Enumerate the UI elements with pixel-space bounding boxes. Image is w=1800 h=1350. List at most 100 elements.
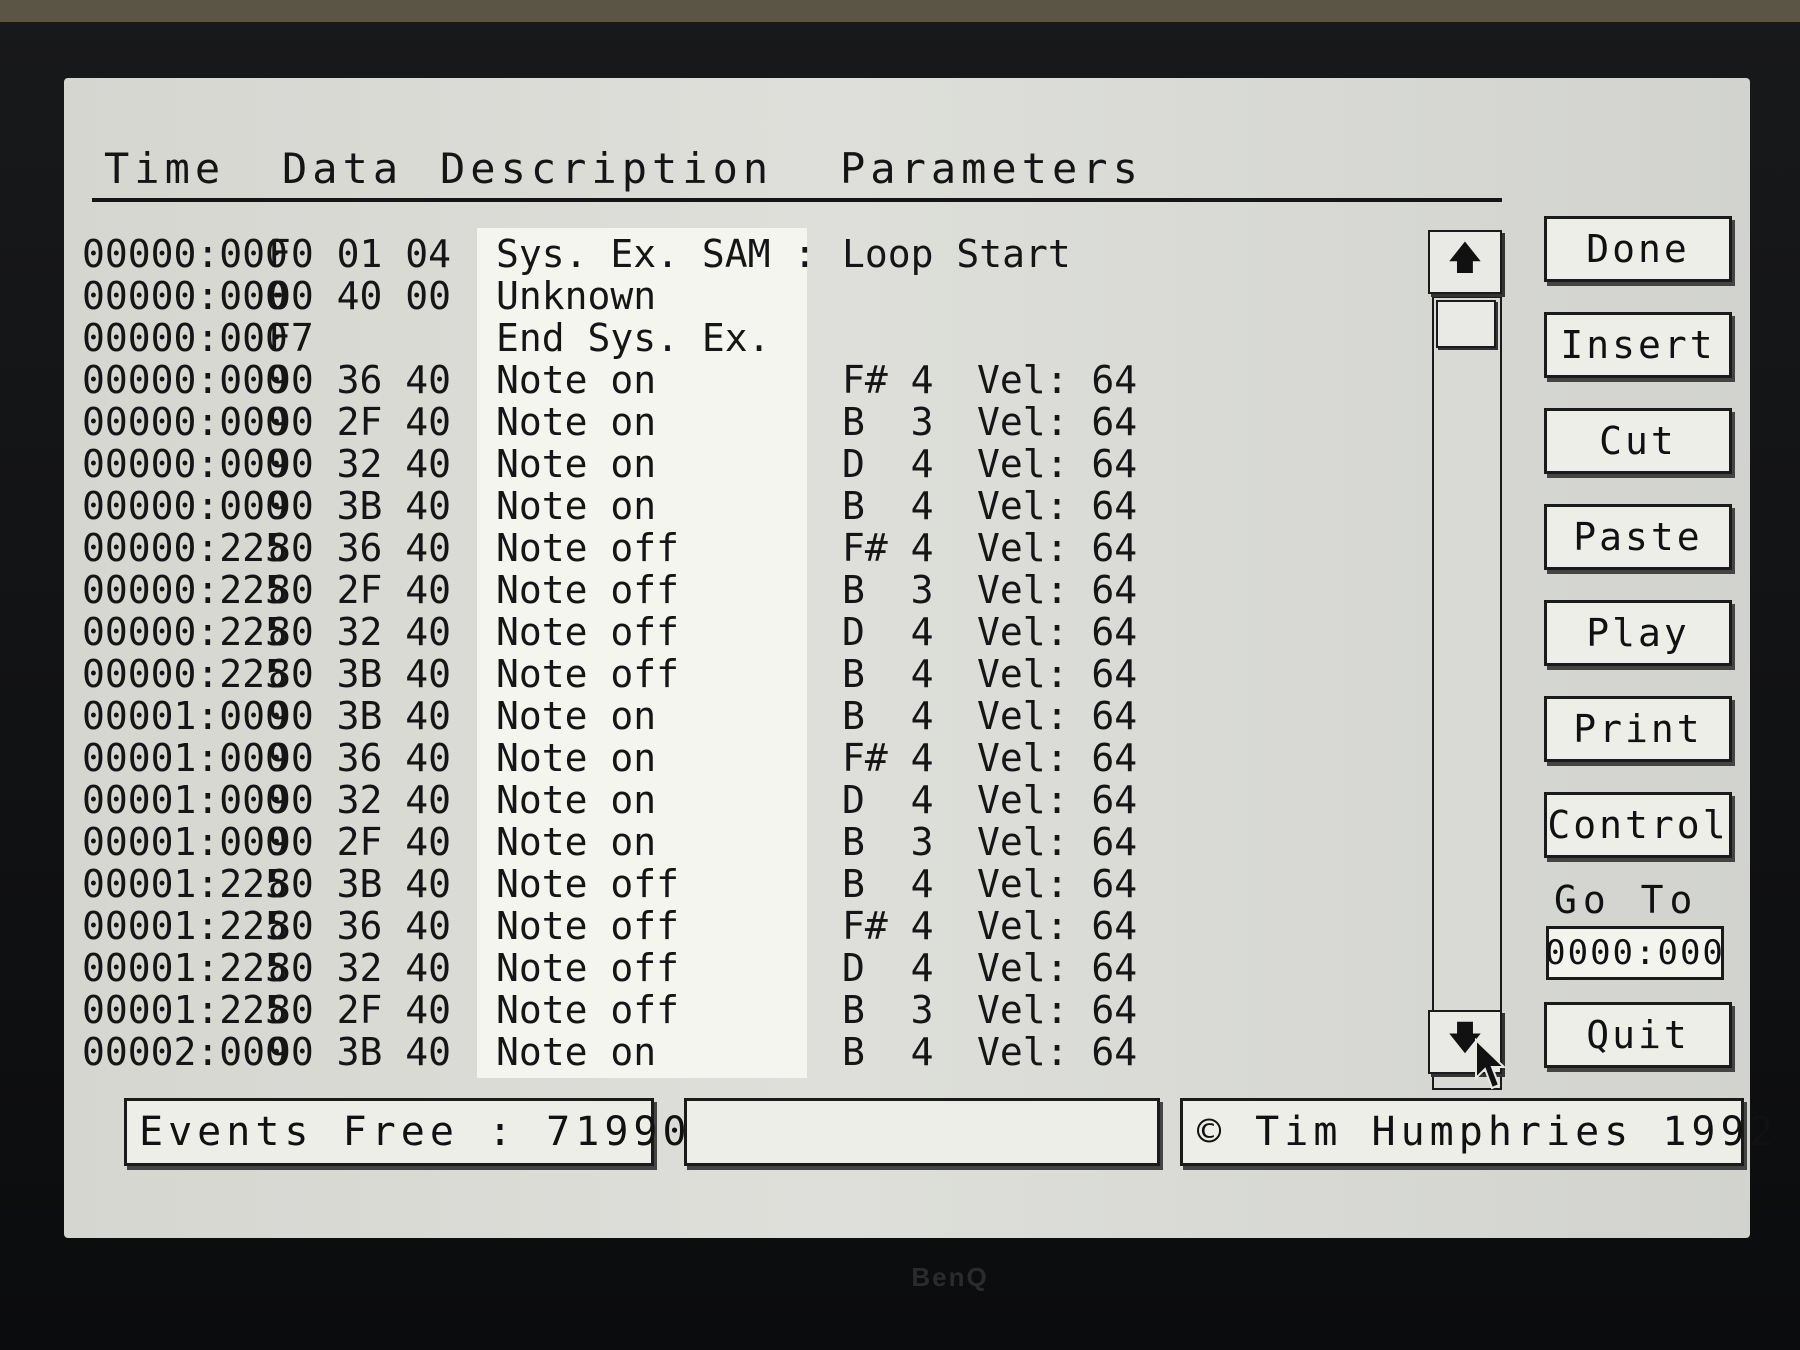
event-time-cell[interactable]: 00000:000 xyxy=(82,233,288,275)
event-data-cell[interactable]: 90 32 40 xyxy=(268,779,451,821)
event-time-cell[interactable]: 00000:225 xyxy=(82,569,288,611)
event-data-cell[interactable]: 80 3B 40 xyxy=(268,863,451,905)
param-note: F# 4 xyxy=(842,358,934,402)
param-velocity: Vel: 64 xyxy=(977,862,1138,906)
event-time-cell[interactable]: 00000:000 xyxy=(82,317,288,359)
event-description-cell[interactable]: Sys. Ex. SAM : xyxy=(496,233,816,275)
scrollbar-track[interactable] xyxy=(1432,296,1502,1090)
event-data-cell[interactable]: 80 2F 40 xyxy=(268,569,451,611)
event-data-cell[interactable]: 90 36 40 xyxy=(268,737,451,779)
event-data-cell[interactable]: 00 40 00 xyxy=(268,275,451,317)
event-time-cell[interactable]: 00000:225 xyxy=(82,611,288,653)
event-description-cell[interactable]: Note off xyxy=(496,653,816,695)
event-data-cell[interactable]: 90 3B 40 xyxy=(268,1031,451,1073)
param-note: D 4 xyxy=(842,778,934,822)
scroll-up-button[interactable]: 🡅 xyxy=(1428,230,1502,294)
event-description-cell[interactable]: Note on xyxy=(496,1031,816,1073)
event-time-cell[interactable]: 00000:000 xyxy=(82,443,288,485)
event-description-cell[interactable]: Note off xyxy=(496,527,816,569)
event-description-cell[interactable]: Note on xyxy=(496,359,816,401)
event-data-cell[interactable]: 90 32 40 xyxy=(268,443,451,485)
event-description-cell[interactable]: Note on xyxy=(496,737,816,779)
event-time-cell[interactable]: 00001:000 xyxy=(82,821,288,863)
param-velocity: Vel: 64 xyxy=(977,1030,1138,1074)
param-note: B 3 xyxy=(842,820,934,864)
param-velocity: Vel: 64 xyxy=(977,820,1138,864)
event-description-cell[interactable]: Note off xyxy=(496,863,816,905)
quit-button[interactable]: Quit xyxy=(1544,1002,1732,1068)
event-description-cell[interactable]: Note off xyxy=(496,905,816,947)
param-note: B 4 xyxy=(842,1030,934,1074)
event-description-cell[interactable]: Note on xyxy=(496,485,816,527)
event-data-cell[interactable]: 80 2F 40 xyxy=(268,989,451,1031)
event-data-cell[interactable]: 80 32 40 xyxy=(268,947,451,989)
event-description-cell[interactable]: Note on xyxy=(496,401,816,443)
event-time-cell[interactable]: 00000:000 xyxy=(82,401,288,443)
param-velocity: Vel: 64 xyxy=(977,736,1138,780)
param-note: D 4 xyxy=(842,442,934,486)
event-time-cell[interactable]: 00000:225 xyxy=(82,527,288,569)
event-data-cell[interactable]: 80 32 40 xyxy=(268,611,451,653)
event-data-cell[interactable]: 90 3B 40 xyxy=(268,695,451,737)
event-data-cell[interactable]: 80 3B 40 xyxy=(268,653,451,695)
param-note: B 3 xyxy=(842,568,934,612)
event-time-cell[interactable]: 00001:225 xyxy=(82,905,288,947)
event-time-cell[interactable]: 00000:225 xyxy=(82,653,288,695)
event-time-cell[interactable]: 00000:000 xyxy=(82,359,288,401)
paste-button[interactable]: Paste xyxy=(1544,504,1732,570)
event-time-cell[interactable]: 00002:000 xyxy=(82,1031,288,1073)
time-column: 00000:000 00000:000 00000:000 00000:000 0000… xyxy=(82,233,288,1073)
param-note: B 3 xyxy=(842,400,934,444)
param-note: F# 4 xyxy=(842,736,934,780)
header-divider xyxy=(92,198,1502,202)
event-time-cell[interactable]: 00000:000 xyxy=(82,485,288,527)
event-data-cell[interactable]: 80 36 40 xyxy=(268,527,451,569)
param-note: B 4 xyxy=(842,652,934,696)
background-strip xyxy=(0,0,1800,22)
param-note: B 4 xyxy=(842,484,934,528)
event-time-cell[interactable]: 00001:225 xyxy=(82,989,288,1031)
print-button[interactable]: Print xyxy=(1544,696,1732,762)
param-velocity: Vel: 64 xyxy=(977,988,1138,1032)
event-description-cell[interactable]: Note off xyxy=(496,611,816,653)
message-status xyxy=(684,1098,1160,1166)
param-velocity: Vel: 64 xyxy=(977,778,1138,822)
event-time-cell[interactable]: 00001:000 xyxy=(82,695,288,737)
data-column: F0 01 04 00 40 00 F7 90 36 40 90 2F 40 90 32 … xyxy=(268,233,451,1073)
cut-button[interactable]: Cut xyxy=(1544,408,1732,474)
event-description-cell[interactable]: End Sys. Ex. xyxy=(496,317,816,359)
event-time-cell[interactable]: 00001:225 xyxy=(82,947,288,989)
column-header-parameters: Parameters xyxy=(840,144,1143,193)
event-description-cell[interactable]: Note on xyxy=(496,821,816,863)
event-data-cell[interactable]: 90 36 40 xyxy=(268,359,451,401)
event-data-cell[interactable]: 90 2F 40 xyxy=(268,821,451,863)
param-note: B 4 xyxy=(842,694,934,738)
column-header-data: Data xyxy=(282,144,404,193)
event-time-cell[interactable]: 00000:000 xyxy=(82,275,288,317)
event-description-cell[interactable]: Note off xyxy=(496,947,816,989)
event-time-cell[interactable]: 00001:000 xyxy=(82,737,288,779)
play-button[interactable]: Play xyxy=(1544,600,1732,666)
param-text: Loop Start xyxy=(842,232,1071,276)
event-description-cell[interactable]: Note off xyxy=(496,989,816,1031)
event-description-cell[interactable]: Unknown xyxy=(496,275,816,317)
event-data-cell[interactable]: 90 2F 40 xyxy=(268,401,451,443)
done-button[interactable]: Done xyxy=(1544,216,1732,282)
event-data-cell[interactable]: F7 xyxy=(268,317,451,359)
event-data-cell[interactable]: 90 3B 40 xyxy=(268,485,451,527)
event-data-cell[interactable]: 80 36 40 xyxy=(268,905,451,947)
event-description-cell[interactable]: Note on xyxy=(496,779,816,821)
goto-input[interactable]: 0000:000 xyxy=(1545,926,1724,980)
event-description-cell[interactable]: Note on xyxy=(496,695,816,737)
event-time-cell[interactable]: 00001:225 xyxy=(82,863,288,905)
insert-button[interactable]: Insert xyxy=(1544,312,1732,378)
event-time-cell[interactable]: 00001:000 xyxy=(82,779,288,821)
event-description-cell[interactable]: Note off xyxy=(496,569,816,611)
event-data-cell[interactable]: F0 01 04 xyxy=(268,233,451,275)
scrollbar-thumb[interactable] xyxy=(1436,300,1496,348)
param-velocity: Vel: 64 xyxy=(977,694,1138,738)
control-button[interactable]: Control xyxy=(1544,792,1732,858)
param-note: D 4 xyxy=(842,610,934,654)
event-description-cell[interactable]: Note on xyxy=(496,443,816,485)
param-velocity: Vel: 64 xyxy=(977,358,1138,402)
